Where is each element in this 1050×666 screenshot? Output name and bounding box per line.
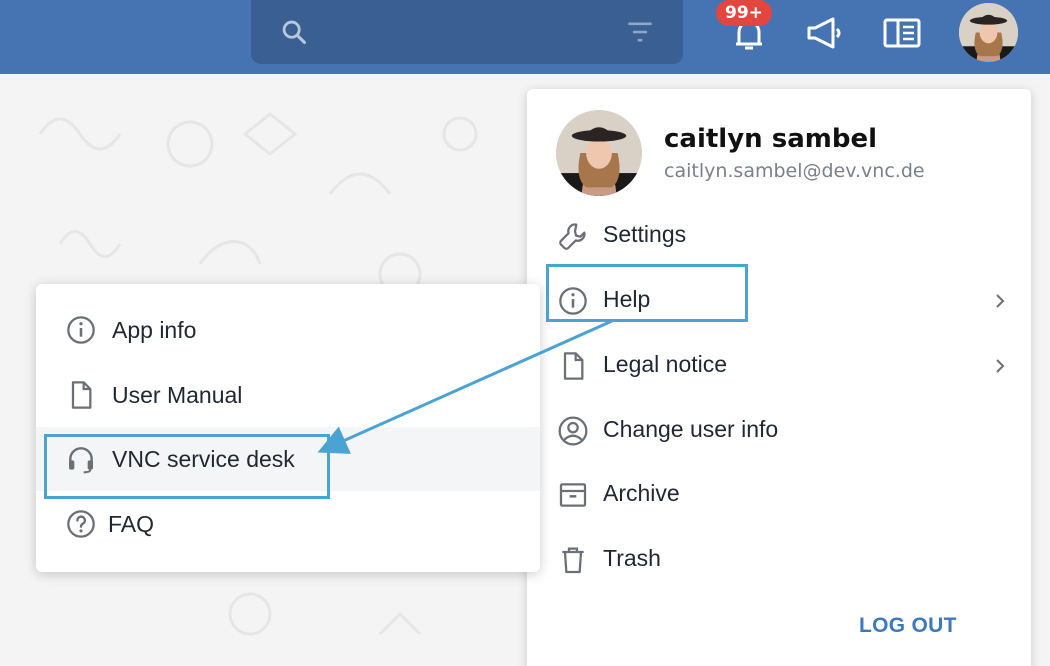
sidebar-panel-icon[interactable] [882,16,922,50]
profile-avatar [556,110,642,196]
menu-item-label: Archive [603,480,680,506]
submenu-item-label: App info [112,317,197,343]
help-submenu: App info User Manual VNC service desk FA… [36,284,540,572]
info-icon [67,316,95,344]
profile-menu: caitlyn sambel caitlyn.sambel@dev.vnc.de… [527,89,1031,666]
menu-item-label: Help [603,286,651,312]
account-circle-icon [558,416,588,446]
menu-item-label: Legal notice [603,351,728,377]
submenu-item-label: VNC service desk [112,446,295,472]
chevron-right-icon [996,294,1005,308]
top-app-bar: 99+ [0,0,1050,74]
submenu-item-label: FAQ [108,511,155,537]
menu-item-trash[interactable]: Trash [527,532,1031,588]
menu-item-settings[interactable]: Settings [527,208,1031,264]
submenu-item-user-manual[interactable]: User Manual [36,363,540,427]
menu-item-legal-notice[interactable]: Legal notice [527,338,1031,394]
menu-item-archive[interactable]: Archive [527,467,1031,523]
wrench-icon [559,223,586,250]
submenu-item-app-info[interactable]: App info [36,298,540,362]
document-icon [71,381,92,409]
menu-item-label: Settings [603,221,687,247]
filter-icon[interactable] [626,20,654,44]
user-avatar[interactable] [959,3,1018,62]
trash-icon [562,547,584,574]
menu-item-label: Trash [603,545,661,571]
megaphone-icon[interactable] [804,16,844,50]
profile-email: caitlyn.sambel@dev.vnc.de [664,160,925,182]
submenu-item-vnc-service-desk[interactable]: VNC service desk [36,427,540,491]
menu-item-label: Change user info [603,416,779,442]
submenu-item-faq[interactable]: FAQ [36,492,540,556]
question-icon [67,510,95,538]
archive-icon [559,483,587,507]
submenu-item-label: User Manual [112,382,243,408]
info-icon [559,287,587,315]
headset-icon [69,447,93,474]
profile-name: caitlyn sambel [664,124,877,154]
search-icon[interactable] [280,18,308,46]
search-bar[interactable] [251,0,683,64]
chevron-right-icon [996,359,1005,373]
logout-button[interactable]: LOG OUT [859,614,957,638]
notification-badge: 99+ [716,0,772,26]
menu-item-change-user-info[interactable]: Change user info [527,403,1031,459]
menu-item-help[interactable]: Help [527,273,1031,329]
document-icon [563,352,584,380]
